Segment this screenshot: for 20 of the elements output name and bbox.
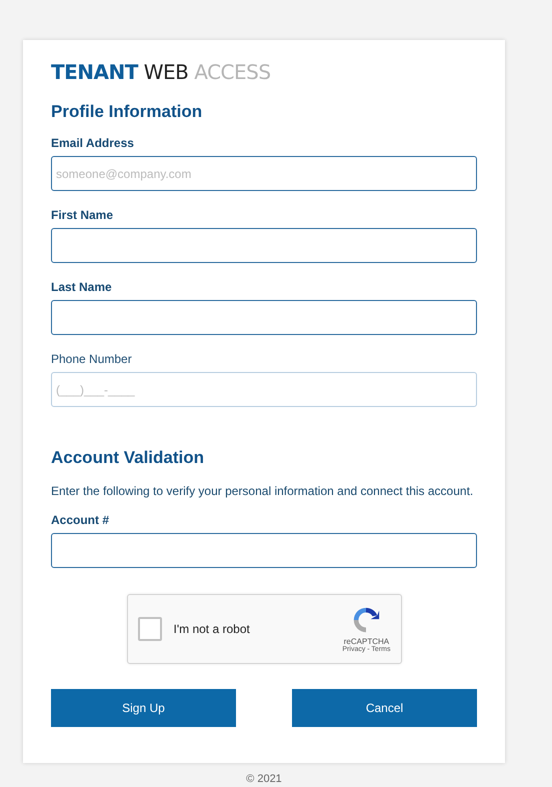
field-label: Email Address xyxy=(51,136,135,150)
input-field[interactable] xyxy=(51,533,477,568)
input-field[interactable] xyxy=(51,300,477,335)
logo: TENANT WEB ACCESS xyxy=(51,60,272,84)
input-field[interactable]: someone@company.com xyxy=(51,156,477,191)
recaptcha-logo-icon xyxy=(351,605,382,635)
form-button[interactable]: Cancel xyxy=(292,689,477,727)
section-heading: Profile Information xyxy=(51,102,204,122)
field-label: Account # xyxy=(51,513,110,527)
field-label: Last Name xyxy=(51,280,113,294)
description-text: Enter the following to verify your personal information and connect this account. xyxy=(51,483,474,500)
form-button[interactable]: Sign Up xyxy=(51,689,236,727)
checkbox[interactable] xyxy=(138,617,162,641)
captcha-brand: reCAPTCHA xyxy=(344,637,390,646)
field-label: First Name xyxy=(51,208,114,222)
input-field[interactable] xyxy=(51,228,477,263)
section-heading: Account Validation xyxy=(51,448,206,468)
field-label: Phone Number xyxy=(51,352,133,366)
copyright-text: © 2021 xyxy=(246,773,282,785)
captcha-label: I'm not a robot xyxy=(174,622,251,636)
